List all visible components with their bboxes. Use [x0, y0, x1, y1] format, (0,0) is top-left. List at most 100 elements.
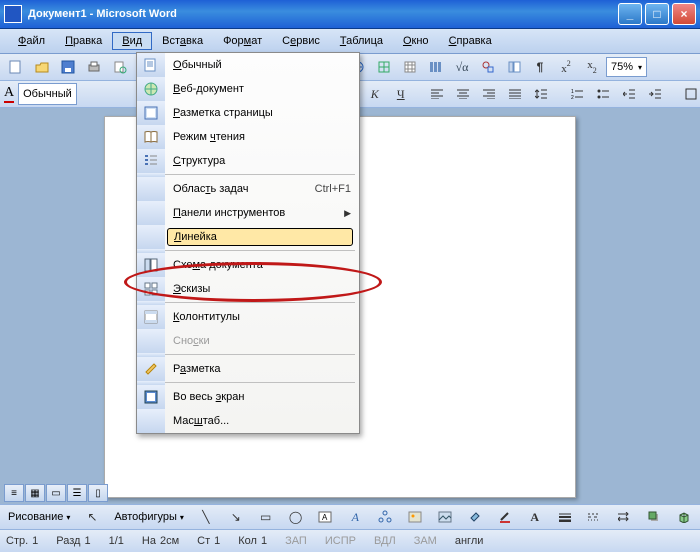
view-menu-item-3[interactable]: Режим чтения — [137, 125, 359, 149]
globe-icon — [143, 81, 159, 97]
line-spacing-button[interactable] — [529, 82, 553, 106]
book-icon — [143, 129, 159, 145]
status-col: Кол1 — [238, 535, 267, 547]
oval-button[interactable]: ◯ — [284, 505, 308, 529]
line-color-button[interactable] — [493, 505, 517, 529]
wordart-button[interactable]: A — [343, 505, 367, 529]
select-objects-button[interactable]: ↖ — [80, 505, 104, 529]
clipart-button[interactable] — [403, 505, 427, 529]
menu-0[interactable]: Файл — [8, 32, 55, 50]
view-reading-button[interactable]: ▯ — [88, 484, 108, 502]
view-outline-button[interactable]: ☰ — [67, 484, 87, 502]
drawing-menu[interactable]: Рисование ▾ — [4, 509, 74, 525]
view-print-button[interactable]: ▭ — [46, 484, 66, 502]
font-color-draw-button[interactable]: A — [523, 505, 547, 529]
drawing-toolbar-button[interactable] — [476, 55, 500, 79]
view-normal-button[interactable]: ≡ — [4, 484, 24, 502]
rectangle-button[interactable]: ▭ — [254, 505, 278, 529]
svg-text:A: A — [322, 513, 328, 522]
print-button[interactable] — [82, 55, 106, 79]
markup-icon — [143, 361, 159, 377]
outline-icon — [143, 153, 159, 169]
shadow-button[interactable] — [642, 505, 666, 529]
save-button[interactable] — [56, 55, 80, 79]
view-menu-item-2[interactable]: Разметка страницы — [137, 101, 359, 125]
columns-button[interactable] — [424, 55, 448, 79]
insert-table-button[interactable] — [398, 55, 422, 79]
align-justify-button[interactable] — [503, 82, 527, 106]
autoshapes-menu[interactable]: Автофигуры ▾ — [110, 509, 188, 525]
align-right-button[interactable] — [477, 82, 501, 106]
menu-8[interactable]: Справка — [439, 32, 502, 50]
maximize-button[interactable]: □ — [645, 3, 669, 25]
arrow-style-button[interactable] — [612, 505, 636, 529]
menu-5[interactable]: Сервис — [272, 32, 330, 50]
page-icon — [143, 105, 159, 121]
view-menu-item-11[interactable]: Эскизы — [137, 277, 359, 301]
view-menu-item-7[interactable]: Панели инструментов▶ — [137, 201, 359, 225]
menu-2[interactable]: Вид — [112, 32, 152, 50]
view-menu-item-19[interactable]: Масштаб... — [137, 409, 359, 433]
view-menu-item-10[interactable]: Схема документа — [137, 253, 359, 277]
view-menu-item-16[interactable]: Разметка — [137, 357, 359, 381]
word-icon — [4, 5, 22, 23]
textbox-button[interactable]: A — [313, 505, 337, 529]
menu-4[interactable]: Формат — [213, 32, 272, 50]
print-preview-button[interactable] — [108, 55, 132, 79]
menu-6[interactable]: Таблица — [330, 32, 393, 50]
open-button[interactable] — [30, 55, 54, 79]
status-section: Разд1 — [56, 535, 90, 547]
align-left-button[interactable] — [425, 82, 449, 106]
view-menu-item-0[interactable]: Обычный — [137, 53, 359, 77]
new-doc-button[interactable] — [4, 55, 28, 79]
headerfooter-icon — [143, 309, 159, 325]
minimize-button[interactable]: _ — [618, 3, 642, 25]
line-button[interactable]: ╲ — [194, 505, 218, 529]
subscript-button[interactable]: x2 — [580, 55, 604, 79]
zoom-combo[interactable]: 75%▾ — [606, 57, 647, 77]
thumbs-icon — [143, 281, 159, 297]
doc-map-button[interactable] — [502, 55, 526, 79]
equation-button[interactable]: √α — [450, 55, 474, 79]
view-menu-item-8[interactable]: Линейка — [137, 225, 359, 249]
align-center-button[interactable] — [451, 82, 475, 106]
view-menu-dropdown: ОбычныйВеб-документРазметка страницыРежи… — [136, 52, 360, 434]
statusbar: Стр.1 Разд1 1/1 На2см Ст1 Кол1 ЗАП ИСПР … — [0, 529, 700, 552]
diagram-button[interactable] — [373, 505, 397, 529]
arrow-button[interactable]: ↘ — [224, 505, 248, 529]
view-menu-item-18[interactable]: Во весь экран — [137, 385, 359, 409]
close-button[interactable]: × — [672, 3, 696, 25]
increase-indent-button[interactable] — [643, 82, 667, 106]
view-menu-item-1[interactable]: Веб-документ — [137, 77, 359, 101]
svg-text:2: 2 — [571, 95, 574, 99]
style-combo[interactable]: Обычный — [18, 83, 77, 105]
status-pages: 1/1 — [109, 535, 124, 547]
status-rec: ЗАП — [285, 535, 307, 547]
dash-style-button[interactable] — [583, 505, 607, 529]
italic-button[interactable]: К — [363, 82, 387, 106]
insert-picture-button[interactable] — [433, 505, 457, 529]
menu-1[interactable]: Правка — [55, 32, 112, 50]
menu-3[interactable]: Вставка — [152, 32, 213, 50]
status-line: Ст1 — [197, 535, 220, 547]
underline-button[interactable]: Ч — [389, 82, 413, 106]
tables-borders-button[interactable] — [372, 55, 396, 79]
threeD-button[interactable] — [672, 505, 696, 529]
borders-button[interactable] — [679, 82, 700, 106]
fill-color-button[interactable] — [463, 505, 487, 529]
styles-pane-icon[interactable]: A — [4, 83, 14, 105]
view-menu-item-6[interactable]: Область задачCtrl+F1 — [137, 177, 359, 201]
line-style-button[interactable] — [553, 505, 577, 529]
view-web-button[interactable]: ▦ — [25, 484, 45, 502]
titlebar: Документ1 - Microsoft Word _ □ × — [0, 0, 700, 29]
menu-7[interactable]: Окно — [393, 32, 439, 50]
bullets-button[interactable] — [591, 82, 615, 106]
decrease-indent-button[interactable] — [617, 82, 641, 106]
show-marks-button[interactable]: ¶ — [528, 55, 552, 79]
numbering-button[interactable]: 12 — [565, 82, 589, 106]
view-menu-item-13[interactable]: Колонтитулы — [137, 305, 359, 329]
view-menu-item-4[interactable]: Структура — [137, 149, 359, 173]
doc-normal-icon — [143, 57, 159, 73]
superscript-button[interactable]: x2 — [554, 55, 578, 79]
view-menu-item-14: Сноски — [137, 329, 359, 353]
